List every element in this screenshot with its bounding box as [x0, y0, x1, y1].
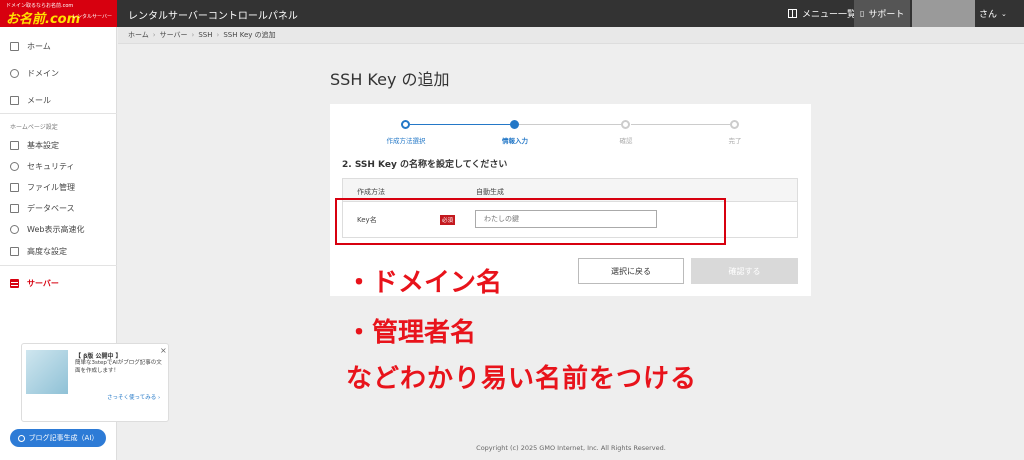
- creation-method-value: 自動生成: [476, 188, 504, 196]
- breadcrumb-current: SSH Key の追加: [223, 31, 276, 39]
- step-connector: [631, 124, 730, 125]
- back-to-selection-button[interactable]: 選択に戻る: [578, 258, 684, 284]
- logo-brand: お名前.com: [6, 12, 81, 27]
- breadcrumb-separator-icon: ›: [216, 31, 220, 39]
- annotation-highlight-box: [335, 198, 726, 245]
- support-button[interactable]: ▯ サポート: [854, 0, 910, 27]
- chevron-down-icon: ⌄: [1001, 9, 1007, 18]
- breadcrumb-separator-icon: ›: [152, 31, 156, 39]
- step-label-input-info: 情報入力: [502, 137, 528, 145]
- step-dot-select-method: [401, 120, 410, 129]
- menu-all-label: メニュー一覧: [802, 10, 857, 20]
- step-dot-confirm: [621, 120, 630, 129]
- mail-icon: [10, 96, 19, 105]
- sidebar-item-label: ドメイン: [27, 69, 59, 78]
- breadcrumb-ssh[interactable]: SSH: [198, 31, 212, 39]
- promo-try-link[interactable]: さっそく使ってみる ›: [107, 393, 160, 401]
- user-name-blurred: [912, 0, 975, 27]
- file-icon: [10, 183, 19, 192]
- sidebar-item-mail[interactable]: メール: [10, 95, 51, 106]
- speed-icon: [10, 225, 19, 234]
- sidebar-item-basic-settings[interactable]: 基本設定: [10, 140, 59, 151]
- shield-icon: [10, 162, 19, 171]
- database-icon: [10, 204, 19, 213]
- home-icon: [10, 42, 19, 51]
- ai-blog-generate-button[interactable]: ブログ記事生成（AI）: [10, 429, 106, 447]
- step-dot-complete: [730, 120, 739, 129]
- support-label: サポート: [868, 10, 905, 20]
- sidebar-item-security[interactable]: セキュリティ: [10, 161, 75, 172]
- breadcrumb: ホーム › サーバー › SSH › SSH Key の追加: [118, 27, 1024, 44]
- section-title: 2. SSH Key の名称を設定してください: [342, 160, 508, 170]
- step-connector: [518, 124, 623, 125]
- user-suffix: さん: [979, 10, 998, 20]
- step-label-confirm: 確認: [619, 137, 633, 145]
- page-title: SSH Key の追加: [330, 70, 450, 89]
- menu-all-button[interactable]: メニュー一覧: [788, 7, 856, 20]
- sidebar-item-advanced-settings[interactable]: 高度な設定: [10, 246, 67, 257]
- sidebar-item-domain[interactable]: ドメイン: [10, 68, 59, 79]
- confirm-button[interactable]: 確認する: [691, 258, 798, 284]
- annotation-line-1: ・ドメイン名: [346, 268, 503, 298]
- sidebar-item-web-speed[interactable]: Web表示高速化: [10, 224, 84, 235]
- sidebar-item-server[interactable]: サーバー: [10, 278, 59, 289]
- promo-illustration: [26, 350, 68, 394]
- nav-divider: [0, 265, 117, 266]
- ai-button-label: ブログ記事生成（AI）: [28, 434, 99, 442]
- sidebar-item-label: メール: [27, 96, 51, 105]
- grid-icon: [788, 9, 797, 18]
- sidebar-item-label: サーバー: [27, 279, 59, 288]
- support-icon: ▯: [860, 9, 865, 18]
- promo-text: 簡単な3stepでAIがブログ記事の文面を作成します！: [75, 360, 162, 374]
- breadcrumb-separator-icon: ›: [191, 31, 195, 39]
- ai-blog-promo-card: 【 β版 公開中 】 簡単な3stepでAIがブログ記事の文面を作成します！ さ…: [21, 343, 169, 422]
- sidebar-item-label: ホーム: [27, 42, 51, 51]
- settings-icon: [10, 247, 19, 256]
- footer-copyright: Copyright (c) 2025 GMO Internet, Inc. Al…: [476, 444, 666, 452]
- step-connector: [410, 124, 510, 125]
- breadcrumb-home[interactable]: ホーム: [128, 30, 149, 40]
- server-icon: [10, 279, 19, 288]
- sidebar-item-database[interactable]: データベース: [10, 203, 75, 214]
- sidebar-item-label: 基本設定: [27, 141, 59, 150]
- sidebar-item-label: 高度な設定: [27, 247, 67, 256]
- app-title: レンタルサーバーコントロールパネル: [128, 11, 298, 22]
- sidebar-item-label: ファイル管理: [27, 183, 75, 192]
- top-bar: ドメイン取るならお名前.com お名前.com レンタルサーバー レンタルサーバ…: [0, 0, 1024, 27]
- step-dot-input-info: [510, 120, 519, 129]
- logo-sub: レンタルサーバー: [72, 14, 112, 20]
- monitor-icon: [10, 141, 19, 150]
- annotation-line-3: などわかり易い名前をつける: [346, 364, 698, 394]
- annotation-line-2: ・管理者名: [346, 318, 477, 348]
- sidebar-item-label: データベース: [27, 204, 75, 213]
- sidebar-item-label: Web表示高速化: [27, 225, 85, 234]
- step-label-select-method: 作成方法選択: [386, 137, 426, 145]
- sidebar-item-home[interactable]: ホーム: [10, 41, 51, 52]
- close-icon[interactable]: ×: [160, 346, 167, 355]
- sidebar-item-label: セキュリティ: [27, 162, 75, 171]
- user-menu[interactable]: さん ⌄: [910, 0, 1024, 27]
- ai-icon: [17, 434, 25, 442]
- breadcrumb-server[interactable]: サーバー: [160, 30, 188, 40]
- sidebar-section-label: ホームページ設定: [10, 124, 58, 131]
- sidebar-item-file-manager[interactable]: ファイル管理: [10, 182, 75, 193]
- creation-method-label: 作成方法: [357, 188, 385, 196]
- step-label-complete: 完了: [728, 137, 742, 145]
- brand-logo[interactable]: ドメイン取るならお名前.com お名前.com レンタルサーバー: [0, 0, 117, 27]
- nav-divider: [0, 113, 117, 114]
- domain-icon: [10, 69, 19, 78]
- progress-steps: 作成方法選択 情報入力 確認 完了: [330, 120, 811, 150]
- promo-title: 【 β版 公開中 】: [75, 353, 122, 360]
